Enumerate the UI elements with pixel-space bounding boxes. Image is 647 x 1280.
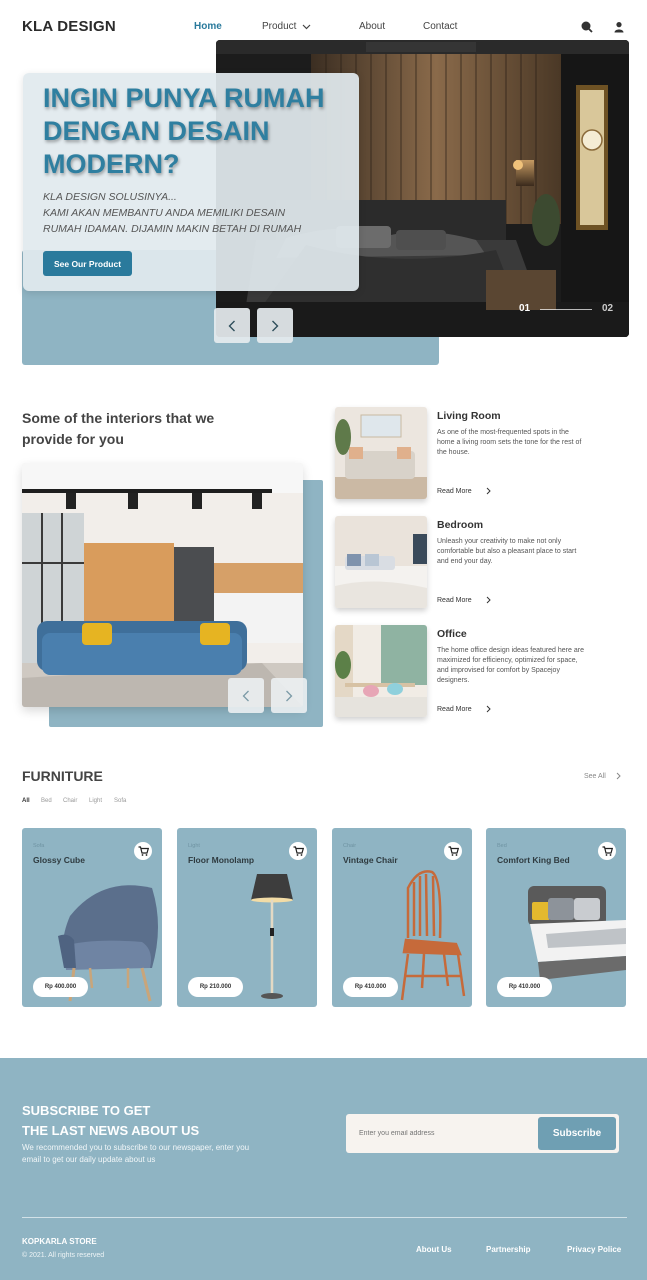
living-room-thumbnail[interactable] [335, 407, 427, 499]
chevron-right-icon [486, 487, 491, 495]
product-card-floor-monolamp[interactable]: Light Floor Monolamp Rp 210.000 [177, 828, 317, 1007]
product-category: Light [188, 843, 200, 849]
product-name: Floor Monolamp [188, 855, 255, 865]
bedroom-thumb-illustration [335, 516, 427, 608]
living-room-title: Living Room [437, 410, 501, 422]
nav-about[interactable]: About [359, 21, 385, 32]
chevron-left-icon [228, 320, 235, 331]
product-name: Glossy Cube [33, 855, 85, 865]
furniture-title: FURNITURE [22, 768, 103, 784]
subscribe-button[interactable]: Subscribe [538, 1117, 616, 1150]
subscribe-title-line1: SUBSCRIBE TO GET [22, 1103, 151, 1118]
hero-subtitle-line1: KLA DESIGN SOLUSINYA... [43, 191, 177, 203]
store-name: KOPKARLA STORE [22, 1237, 97, 1246]
add-to-cart-button[interactable] [444, 842, 462, 860]
footer-link-partnership[interactable]: Partnership [486, 1245, 530, 1254]
cart-icon [293, 846, 304, 856]
filter-sofa[interactable]: Sofa [114, 798, 126, 804]
footer-section [0, 1058, 647, 1280]
read-more-label: Read More [437, 487, 472, 495]
hero-prev-button[interactable] [214, 308, 250, 343]
copyright: © 2021. All rights reserved [22, 1252, 105, 1259]
subscribe-title-line2: THE LAST NEWS ABOUT US [22, 1123, 200, 1138]
office-desc: The home office design ideas featured he… [437, 647, 584, 684]
product-category: Chair [343, 843, 357, 849]
filter-light[interactable]: Light [89, 798, 102, 804]
bedroom-read-more[interactable]: Read More [437, 596, 491, 604]
product-price: Rp 410.000 [497, 977, 552, 997]
read-more-label: Read More [437, 596, 472, 604]
add-to-cart-button[interactable] [598, 842, 616, 860]
email-input[interactable] [352, 1120, 532, 1147]
footer-link-privacy[interactable]: Privacy Police [567, 1245, 621, 1254]
product-price: Rp 210.000 [188, 977, 243, 997]
chevron-left-icon [242, 690, 249, 701]
chevron-right-icon [272, 320, 279, 331]
add-to-cart-button[interactable] [289, 842, 307, 860]
nav-product[interactable]: Product [262, 21, 311, 32]
see-our-product-button[interactable]: See Our Product [43, 251, 132, 276]
chevron-right-icon [286, 690, 293, 701]
filter-chair[interactable]: Chair [63, 798, 77, 804]
cart-icon [138, 846, 149, 856]
slide-current: 01 [519, 303, 531, 314]
interior-next-button[interactable] [271, 678, 307, 713]
office-read-more[interactable]: Read More [437, 705, 491, 713]
chevron-right-icon [486, 705, 491, 713]
nav-contact[interactable]: Contact [423, 21, 457, 32]
footer-divider [22, 1217, 627, 1218]
interior-prev-button[interactable] [228, 678, 264, 713]
slide-progress-line [540, 309, 592, 310]
product-card-comfort-king-bed[interactable]: Bed Comfort King Bed Rp 410.000 [486, 828, 626, 1007]
living-room-illustration [22, 463, 303, 707]
search-icon[interactable] [581, 21, 593, 33]
hero-subtitle-line3: RUMAH IDAMAN. DIJAMIN MAKIN BETAH DI RUM… [43, 223, 302, 235]
chevron-down-icon [303, 24, 311, 29]
see-all-label: See All [584, 772, 606, 780]
product-price: Rp 400.000 [33, 977, 88, 997]
see-all-link[interactable]: See All [584, 772, 621, 780]
add-to-cart-button[interactable] [134, 842, 152, 860]
user-icon[interactable] [613, 21, 625, 33]
wooden-chair-image [400, 870, 466, 1001]
living-room-read-more[interactable]: Read More [437, 487, 491, 495]
product-category: Sofa [33, 843, 45, 849]
filter-all[interactable]: All [22, 798, 30, 804]
cart-icon [448, 846, 459, 856]
interior-living-image [22, 463, 303, 707]
bedroom-thumbnail[interactable] [335, 516, 427, 608]
office-thumb-illustration [335, 625, 427, 717]
subscribe-title: SUBSCRIBE TO GET THE LAST NEWS ABOUT US [22, 1101, 199, 1141]
living-room-desc: As one of the most-frequented spots in t… [437, 429, 582, 456]
product-card-vintage-chair[interactable]: Chair Vintage Chair Rp 410.000 [332, 828, 472, 1007]
bedroom-desc: Unleash your creativity to make not only… [437, 538, 577, 565]
office-thumbnail[interactable] [335, 625, 427, 717]
hero-subtitle-line2: KAMI AKAN MEMBANTU ANDA MEMILIKI DESAIN [43, 207, 286, 219]
living-room-thumb-illustration [335, 407, 427, 499]
product-card-glossy-cube[interactable]: Sofa Glossy Cube Rp 400.000 [22, 828, 162, 1007]
nav-home[interactable]: Home [194, 21, 222, 32]
filter-bed[interactable]: Bed [41, 798, 52, 804]
king-bed-image [528, 886, 626, 980]
hero-title: INGIN PUNYA RUMAH DENGAN DESAIN MODERN? [43, 83, 325, 179]
brand-logo[interactable]: KLA DESIGN [22, 18, 116, 35]
product-category: Bed [497, 843, 507, 849]
hero-next-button[interactable] [257, 308, 293, 343]
floor-lamp-image [251, 874, 293, 999]
footer-link-about-us[interactable]: About Us [416, 1245, 452, 1254]
cart-icon [602, 846, 613, 856]
chevron-right-icon [486, 596, 491, 604]
product-name: Comfort King Bed [497, 855, 570, 865]
product-price: Rp 410.000 [343, 977, 398, 997]
interiors-title: Some of the interiors that we provide fo… [22, 410, 215, 447]
office-title: Office [437, 628, 467, 640]
hero-subtitle: KLA DESIGN SOLUSINYA... KAMI AKAN MEMBAN… [43, 189, 343, 237]
read-more-label: Read More [437, 705, 472, 713]
bedroom-title: Bedroom [437, 519, 484, 531]
subscribe-desc: We recommended you to subscribe to our n… [22, 1143, 250, 1164]
slide-total: 02 [602, 303, 614, 314]
nav-product-label: Product [262, 21, 297, 32]
product-name: Vintage Chair [343, 855, 398, 865]
chevron-right-icon [616, 772, 621, 780]
